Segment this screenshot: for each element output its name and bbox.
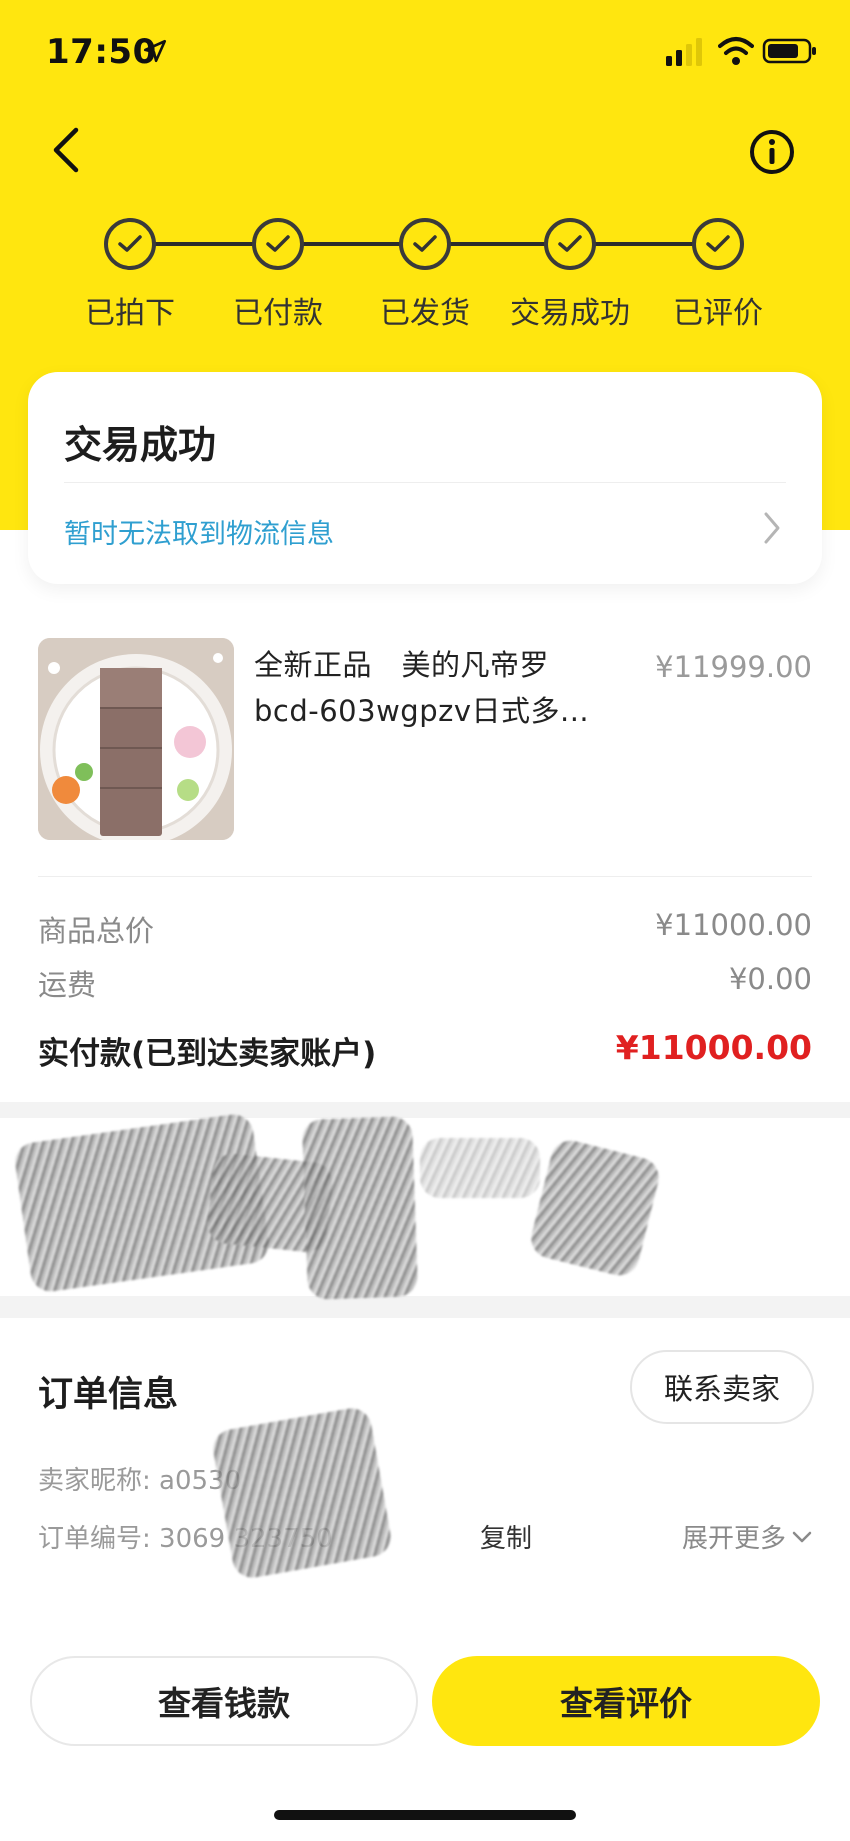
- product-title-line: 全新正品 美的凡帝罗: [254, 648, 550, 682]
- redaction-scribble: [420, 1138, 540, 1198]
- product-title[interactable]: 全新正品 美的凡帝罗 bcd-603wgpzv日式多...: [254, 642, 624, 734]
- step-check-icon: [399, 218, 451, 270]
- paid-amount-label: 实付款(已到达卖家账户): [38, 1036, 377, 1072]
- step-label: 已评价: [673, 296, 763, 331]
- status-time: 17:50: [46, 32, 157, 72]
- order-status-card: 交易成功 暂时无法取到物流信息: [28, 372, 822, 584]
- step-ordered: 已拍下: [50, 218, 210, 332]
- step-check-icon: [544, 218, 596, 270]
- step-label: 已发货: [380, 296, 470, 331]
- seller-nickname: 卖家昵称: a0530: [38, 1466, 242, 1496]
- status-bar: 17:50: [0, 0, 850, 100]
- step-shipped: 已发货: [345, 218, 505, 332]
- product-image[interactable]: [38, 638, 234, 840]
- location-arrow-icon: [143, 39, 167, 63]
- address-section: [0, 1102, 850, 1318]
- redacted-address: [0, 1112, 850, 1300]
- step-label: 交易成功: [510, 296, 630, 331]
- contact-seller-button[interactable]: 联系卖家: [630, 1350, 814, 1424]
- redaction-scribble: [301, 1116, 419, 1300]
- step-label: 已拍下: [85, 296, 175, 331]
- goods-total-value: ¥11000.00: [655, 908, 812, 942]
- step-check-icon: [692, 218, 744, 270]
- step-completed: 交易成功: [490, 218, 650, 332]
- divider: [38, 876, 812, 877]
- product-price: ¥11999.00: [655, 650, 812, 684]
- divider: [64, 482, 786, 483]
- wifi-icon: [718, 37, 754, 65]
- shipping-value: ¥0.00: [728, 962, 812, 996]
- section-gap: [0, 1302, 850, 1316]
- expand-more-label: 展开更多: [681, 1524, 786, 1554]
- view-wallet-button[interactable]: 查看钱款: [30, 1656, 418, 1746]
- paid-amount-value: ¥11000.00: [615, 1028, 812, 1067]
- step-check-icon: [252, 218, 304, 270]
- expand-more-button[interactable]: 展开更多: [682, 1518, 812, 1555]
- step-paid: 已付款: [198, 218, 358, 332]
- view-review-button[interactable]: 查看评价: [432, 1656, 820, 1746]
- info-icon[interactable]: [748, 128, 796, 176]
- redaction-scribble: [210, 1405, 394, 1581]
- step-label: 已付款: [233, 296, 323, 331]
- cellular-signal-icon: [666, 38, 702, 66]
- step-reviewed: 已评价: [638, 218, 798, 332]
- shipping-label: 运费: [38, 968, 97, 1002]
- chevron-right-icon[interactable]: [762, 510, 782, 546]
- order-info-title: 订单信息: [38, 1375, 179, 1415]
- home-indicator: [274, 1810, 576, 1820]
- chevron-down-icon: [792, 1531, 812, 1542]
- back-arrow-icon[interactable]: [48, 124, 84, 176]
- order-status-title: 交易成功: [64, 423, 217, 467]
- goods-total-label: 商品总价: [38, 914, 155, 948]
- redaction-scribble: [527, 1136, 663, 1280]
- copy-order-number-button[interactable]: 复制: [480, 1518, 532, 1555]
- logistics-link[interactable]: 暂时无法取到物流信息: [64, 512, 334, 551]
- battery-icon: [762, 38, 816, 64]
- product-title-line: bcd-603wgpzv日式多...: [254, 694, 590, 728]
- step-check-icon: [104, 218, 156, 270]
